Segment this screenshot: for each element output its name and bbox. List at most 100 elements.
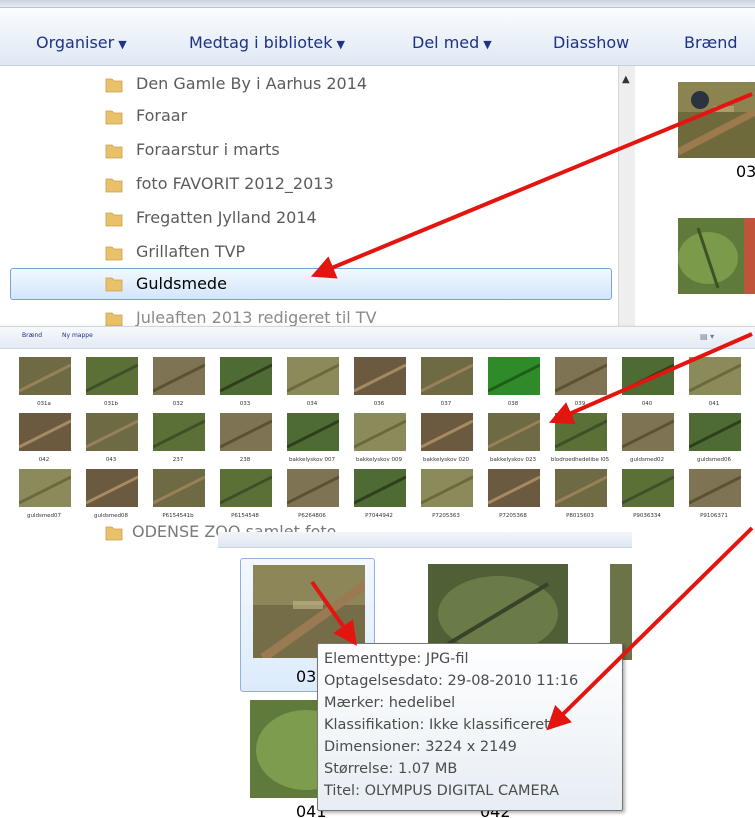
- tree-folder[interactable]: foto FAVORIT 2012_2013: [104, 172, 624, 198]
- grid-thumbnail-item[interactable]: P6154541b: [143, 469, 209, 525]
- grid-thumbnail-item[interactable]: P9036334: [612, 469, 678, 525]
- tree-folder[interactable]: Grillaften TVP: [104, 240, 624, 266]
- include-library-menu[interactable]: Medtag i bibliotek ▼: [189, 33, 345, 52]
- grid-thumbnail-item[interactable]: P6154548: [210, 469, 276, 525]
- grid-thumbnail-item[interactable]: guldsmed02: [612, 413, 678, 469]
- tree-folder[interactable]: Foraarstur i marts: [104, 138, 624, 164]
- grid-thumbnail-item[interactable]: 031a: [9, 357, 75, 413]
- slideshow-button[interactable]: Diasshow: [553, 33, 629, 52]
- image-thumbnail[interactable]: [678, 218, 755, 294]
- tree-folder[interactable]: Den Gamle By i Aarhus 2014: [104, 72, 624, 98]
- chevron-down-icon: ▼: [336, 38, 345, 51]
- grid-thumbnail-label: P6154548: [231, 513, 259, 519]
- tree-folder-selected[interactable]: Guldsmede: [10, 268, 612, 300]
- grid-thumbnail-label: bakkelyskov 023: [490, 457, 536, 463]
- grid-thumbnail-item[interactable]: 237: [143, 413, 209, 469]
- dragonfly-photo-icon: [19, 469, 71, 507]
- grid-thumbnail-item[interactable]: blodroedhedelibe l05: [545, 413, 611, 469]
- image-thumbnail[interactable]: [678, 82, 755, 158]
- image-thumbnail: [287, 357, 339, 395]
- image-thumbnail: [689, 469, 741, 507]
- dragonfly-photo-icon: [622, 469, 674, 507]
- image-thumbnail: [622, 357, 674, 395]
- dragonfly-photo-icon: [86, 357, 138, 395]
- tooltip-title: Titel: OLYMPUS DIGITAL CAMERA: [324, 783, 560, 799]
- grid-thumbnail-item[interactable]: bakkelyskov 023: [478, 413, 544, 469]
- dragonfly-photo-icon: [354, 469, 406, 507]
- grid-thumbnail-item[interactable]: P6264806: [277, 469, 343, 525]
- dragonfly-photo-icon: [86, 469, 138, 507]
- grid-thumbnail-item[interactable]: P7044942: [344, 469, 410, 525]
- grid-thumbnail-item[interactable]: guldsmed07: [9, 469, 75, 525]
- grid-thumbnail-item[interactable]: bakkelyskov 007: [277, 413, 343, 469]
- dragonfly-photo-icon: [488, 357, 540, 395]
- scroll-up-icon[interactable]: ▲: [622, 74, 630, 85]
- dragonfly-photo-icon: [689, 357, 741, 395]
- grid-thumbnail-item[interactable]: bakkelyskov 020: [411, 413, 477, 469]
- chevron-down-icon: ▼: [118, 38, 127, 51]
- grid-thumbnail-label: guldsmed02: [629, 457, 665, 463]
- grid-thumbnail-item[interactable]: 040: [612, 357, 678, 413]
- image-thumbnail: [19, 413, 71, 451]
- tree-folder-label: Fregatten Jylland 2014: [136, 208, 317, 227]
- grid-thumbnail-label: P6264806: [298, 513, 326, 519]
- zoomed-panel-header: [218, 532, 632, 548]
- grid-thumbnail-item[interactable]: 039: [545, 357, 611, 413]
- thumbnail-caption: 031: [736, 162, 755, 181]
- grid-thumbnail-item[interactable]: 041: [679, 357, 745, 413]
- dragonfly-photo-icon: [287, 357, 339, 395]
- share-label: Del med: [412, 33, 480, 52]
- dragonfly-photo-icon: [689, 413, 741, 451]
- grid-thumbnail-label: 043: [105, 457, 117, 463]
- grid-thumbnail-item[interactable]: bakkelyskov 009: [344, 413, 410, 469]
- grid-command-bar: Brænd Ny mappe ▤ ▾: [0, 327, 755, 349]
- tree-folder-label: Grillaften TVP: [136, 242, 246, 261]
- grid-thumbnail-label: 034: [306, 401, 318, 407]
- image-thumbnail: [153, 469, 205, 507]
- grid-thumbnail-label: blodroedhedelibe l05: [550, 457, 610, 463]
- window-top-border: [0, 0, 755, 8]
- view-options-icon[interactable]: ▤ ▾: [700, 332, 714, 341]
- image-thumbnail: [622, 413, 674, 451]
- share-menu[interactable]: Del med ▼: [412, 33, 492, 52]
- image-thumbnail: [488, 469, 540, 507]
- image-thumbnail: [287, 413, 339, 451]
- organise-menu[interactable]: Organiser ▼: [36, 33, 127, 52]
- grid-thumbnail-item[interactable]: 042: [9, 413, 75, 469]
- dragonfly-photo-icon: [153, 357, 205, 395]
- dragonfly-photo-icon: [689, 469, 741, 507]
- grid-new-folder-button[interactable]: Ny mappe: [62, 332, 93, 339]
- image-thumbnail: [421, 357, 473, 395]
- grid-thumbnail-item[interactable]: 031b: [76, 357, 142, 413]
- grid-thumbnail-item[interactable]: 037: [411, 357, 477, 413]
- tooltip-item-type: Elementtype: JPG-fil: [324, 651, 469, 667]
- grid-burn-button[interactable]: Brænd: [22, 332, 42, 339]
- grid-thumbnail-item[interactable]: 032: [143, 357, 209, 413]
- grid-thumbnail-item[interactable]: 033: [210, 357, 276, 413]
- grid-thumbnail-label: P8015603: [566, 513, 594, 519]
- grid-thumbnail-label: bakkelyskov 007: [289, 457, 335, 463]
- tree-folder-label: Foraarstur i marts: [136, 140, 280, 159]
- grid-thumbnail-item[interactable]: P7205368: [478, 469, 544, 525]
- grid-thumbnail-item[interactable]: 034: [277, 357, 343, 413]
- grid-thumbnail-label: bakkelyskov 009: [356, 457, 402, 463]
- grid-thumbnail-item[interactable]: P7205363: [411, 469, 477, 525]
- grid-thumbnail-item[interactable]: 238: [210, 413, 276, 469]
- tree-folder[interactable]: Fregatten Jylland 2014: [104, 206, 624, 232]
- dragonfly-photo-icon: [421, 413, 473, 451]
- grid-thumbnail-item[interactable]: guldsmed06: [679, 413, 745, 469]
- grid-thumbnail-item[interactable]: 036: [344, 357, 410, 413]
- grid-thumbnail-item[interactable]: 043: [76, 413, 142, 469]
- grid-thumbnail-label: P7205363: [432, 513, 460, 519]
- grid-thumbnail-item[interactable]: P9106371: [679, 469, 745, 525]
- grid-thumbnail-item[interactable]: guldsmed08: [76, 469, 142, 525]
- grid-thumbnail-label: 039: [574, 401, 586, 407]
- grid-thumbnail-label: P9036334: [633, 513, 661, 519]
- tree-folder-label: Guldsmede: [136, 274, 227, 293]
- burn-button[interactable]: Brænd: [684, 33, 738, 52]
- dragonfly-photo-icon: [622, 413, 674, 451]
- grid-thumbnail-item[interactable]: 038: [478, 357, 544, 413]
- grid-thumbnail-item[interactable]: P8015603: [545, 469, 611, 525]
- tree-folder[interactable]: Foraar: [104, 104, 624, 130]
- grid-thumbnail-label: bakkelyskov 020: [423, 457, 469, 463]
